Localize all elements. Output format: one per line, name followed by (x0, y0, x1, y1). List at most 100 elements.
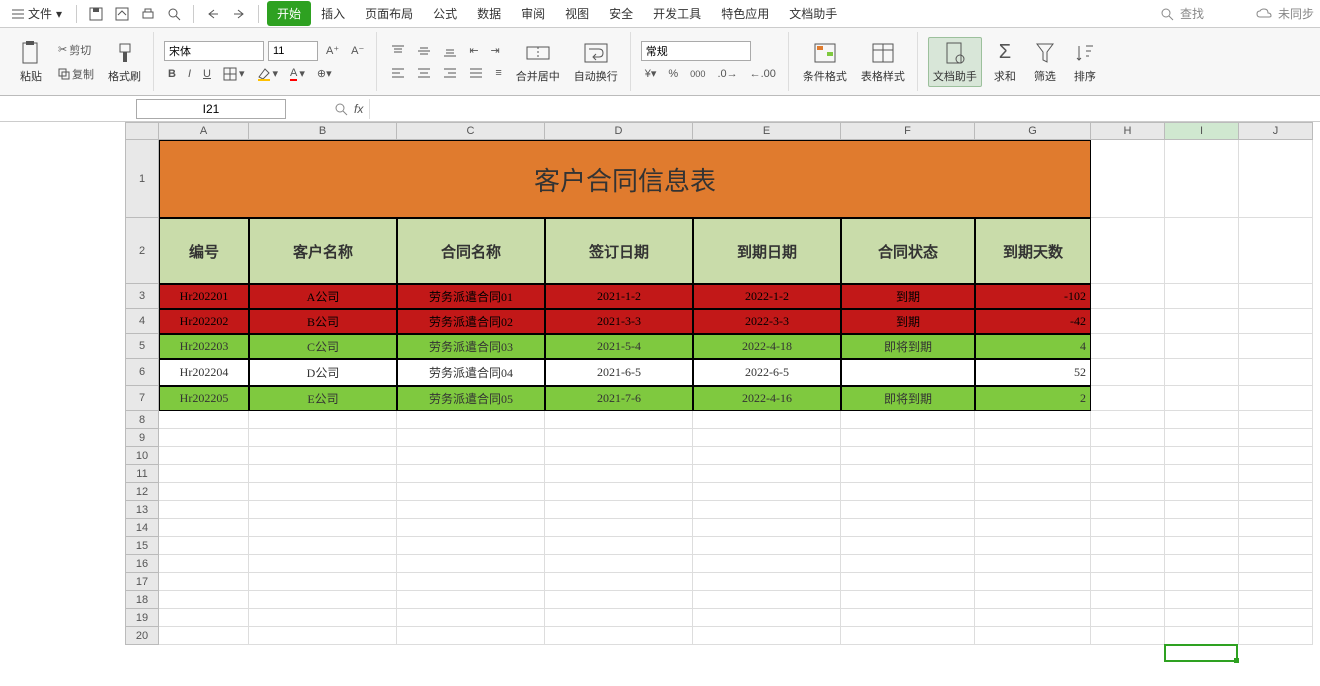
percent-icon[interactable]: % (664, 66, 682, 82)
cell[interactable] (397, 483, 545, 501)
cell[interactable] (1165, 609, 1239, 627)
cell[interactable] (1165, 501, 1239, 519)
cell[interactable] (975, 483, 1091, 501)
sum-button[interactable]: Σ 求和 (988, 38, 1022, 86)
row-header[interactable]: 8 (125, 411, 159, 429)
border-button[interactable]: ▾ (219, 65, 249, 83)
ribbon-tab[interactable]: 视图 (555, 1, 599, 26)
decrease-decimal-icon[interactable]: ←.00 (746, 66, 780, 82)
cell[interactable] (1165, 555, 1239, 573)
cell[interactable] (159, 411, 249, 429)
cell[interactable] (841, 359, 975, 386)
cell[interactable]: 2021-3-3 (545, 309, 693, 334)
align-left-icon[interactable] (387, 64, 409, 82)
cell[interactable] (397, 555, 545, 573)
cell[interactable]: Hr202204 (159, 359, 249, 386)
cell[interactable] (397, 465, 545, 483)
ribbon-tab[interactable]: 文档助手 (779, 1, 847, 26)
row-header[interactable]: 4 (125, 309, 159, 334)
cell[interactable] (397, 429, 545, 447)
cell[interactable]: 到期 (841, 309, 975, 334)
cell[interactable] (1165, 447, 1239, 465)
cell[interactable] (1091, 334, 1165, 359)
cell[interactable] (841, 573, 975, 591)
cell[interactable] (693, 537, 841, 555)
cell[interactable] (841, 501, 975, 519)
cell[interactable] (397, 447, 545, 465)
save-as-icon[interactable] (111, 3, 133, 25)
cell[interactable] (1091, 218, 1165, 284)
cell[interactable] (975, 465, 1091, 483)
row-header[interactable]: 13 (125, 501, 159, 519)
fx-icon[interactable]: fx (354, 102, 363, 116)
underline-button[interactable]: U (199, 66, 215, 82)
cell[interactable]: 52 (975, 359, 1091, 386)
align-middle-icon[interactable] (413, 42, 435, 60)
row-header[interactable]: 10 (125, 447, 159, 465)
cell[interactable] (693, 555, 841, 573)
cell[interactable] (249, 411, 397, 429)
save-icon[interactable] (85, 3, 107, 25)
cell[interactable] (249, 591, 397, 609)
cell[interactable] (159, 465, 249, 483)
cell[interactable] (1239, 447, 1313, 465)
doc-helper-button[interactable]: 文档助手 (928, 37, 982, 87)
cell[interactable] (1239, 591, 1313, 609)
cell[interactable] (249, 555, 397, 573)
column-header[interactable]: B (249, 122, 397, 140)
justify-icon[interactable] (465, 64, 487, 82)
cell[interactable] (1239, 501, 1313, 519)
row-header[interactable]: 9 (125, 429, 159, 447)
cell[interactable] (159, 483, 249, 501)
cell[interactable]: 2021-5-4 (545, 334, 693, 359)
decrease-font-icon[interactable]: A⁻ (347, 42, 368, 59)
cell[interactable] (975, 447, 1091, 465)
cell[interactable] (159, 519, 249, 537)
cell[interactable] (693, 519, 841, 537)
cell[interactable] (1165, 519, 1239, 537)
cell[interactable]: 客户合同信息表 (159, 140, 1091, 218)
ribbon-tab[interactable]: 数据 (467, 1, 511, 26)
cell[interactable] (1239, 519, 1313, 537)
format-painter-button[interactable]: 格式刷 (104, 38, 145, 86)
cell[interactable]: 客户名称 (249, 218, 397, 284)
decrease-indent-icon[interactable]: ⇤ (465, 42, 482, 59)
cell[interactable] (975, 537, 1091, 555)
cell[interactable] (545, 447, 693, 465)
cell[interactable] (1239, 465, 1313, 483)
row-header[interactable]: 14 (125, 519, 159, 537)
cell[interactable] (1091, 609, 1165, 627)
column-header[interactable]: E (693, 122, 841, 140)
cell[interactable] (159, 555, 249, 573)
align-bottom-icon[interactable] (439, 42, 461, 60)
cell[interactable]: C公司 (249, 334, 397, 359)
bold-button[interactable]: B (164, 66, 180, 82)
cell[interactable] (975, 411, 1091, 429)
cell[interactable] (397, 591, 545, 609)
cell[interactable] (975, 609, 1091, 627)
cell[interactable] (1239, 537, 1313, 555)
cell[interactable] (397, 537, 545, 555)
cell[interactable]: Hr202202 (159, 309, 249, 334)
cell[interactable] (1091, 429, 1165, 447)
undo-icon[interactable] (202, 3, 224, 25)
cell[interactable] (397, 609, 545, 627)
cell[interactable] (693, 609, 841, 627)
cell[interactable] (841, 483, 975, 501)
row-header[interactable]: 1 (125, 140, 159, 218)
cell[interactable] (159, 447, 249, 465)
spreadsheet-grid[interactable]: ABCDEFGHIJ 12345678910111213141516171819… (125, 122, 1320, 686)
cell[interactable] (545, 465, 693, 483)
cell[interactable] (1239, 411, 1313, 429)
cell[interactable] (841, 555, 975, 573)
cell[interactable]: 2022-4-16 (693, 386, 841, 411)
column-header[interactable]: D (545, 122, 693, 140)
cell[interactable] (841, 519, 975, 537)
cell[interactable] (545, 627, 693, 645)
cell[interactable]: 劳务派遣合同05 (397, 386, 545, 411)
cell[interactable] (545, 591, 693, 609)
cell[interactable] (159, 627, 249, 645)
table-style-button[interactable]: 表格样式 (857, 38, 909, 86)
increase-decimal-icon[interactable]: .0→ (713, 66, 741, 82)
cell[interactable] (975, 627, 1091, 645)
